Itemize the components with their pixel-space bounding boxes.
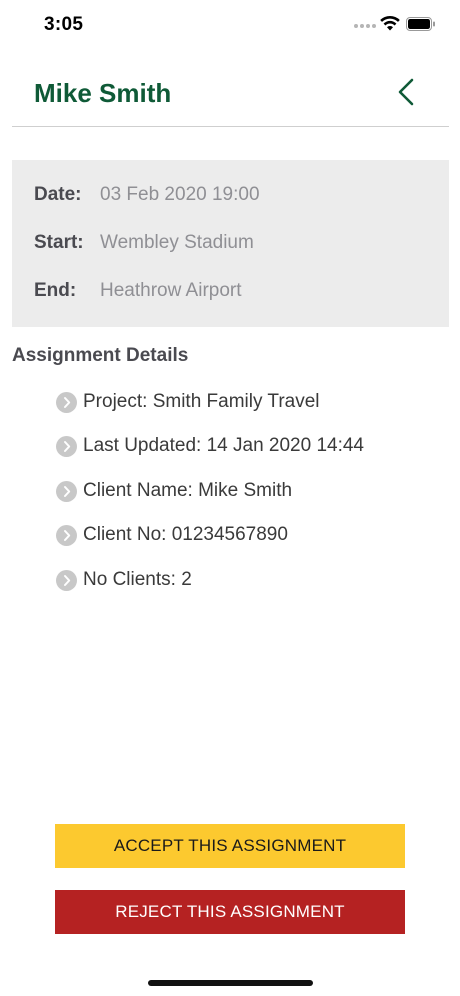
detail-text: Last Updated: 14 Jan 2020 14:44	[83, 435, 365, 457]
reject-assignment-button[interactable]: REJECT THIS ASSIGNMENT	[55, 890, 405, 934]
detail-text: Client No: 01234567890	[83, 524, 288, 546]
detail-text: Project: Smith Family Travel	[83, 391, 320, 412]
end-value: Heathrow Airport	[100, 280, 242, 301]
chevron-right-circle-icon	[56, 392, 77, 413]
detail-item-no-clients: No Clients: 2	[56, 568, 446, 612]
wifi-icon	[380, 15, 400, 31]
end-label: End:	[34, 280, 77, 301]
detail-item-client-name: Client Name: Mike Smith	[56, 479, 446, 523]
chevron-right-circle-icon	[56, 480, 77, 502]
detail-text: Client Name: Mike Smith	[83, 479, 293, 501]
cellular-signal-icon	[354, 24, 376, 28]
trip-summary-panel: Date: 03 Feb 2020 19:00 Start: Wembley S…	[12, 160, 449, 327]
back-chevron-icon	[398, 78, 414, 106]
chevron-right-circle-icon	[56, 569, 77, 591]
header-divider	[12, 126, 449, 127]
assignment-details-list: Project: Smith Family Travel Last Update…	[56, 390, 446, 612]
date-row: Date: 03 Feb 2020 19:00	[34, 184, 260, 206]
accept-assignment-button[interactable]: ACCEPT THIS ASSIGNMENT	[55, 824, 405, 868]
date-label: Date:	[34, 184, 82, 205]
date-value: 03 Feb 2020 19:00	[100, 184, 260, 205]
header: Mike Smith	[0, 60, 460, 126]
page-title: Mike Smith	[34, 78, 172, 108]
status-time: 3:05	[44, 14, 84, 35]
end-row: End: Heathrow Airport	[34, 280, 242, 302]
back-button[interactable]	[390, 76, 422, 108]
home-indicator[interactable]	[148, 980, 313, 986]
detail-item-project: Project: Smith Family Travel	[56, 390, 446, 434]
chevron-right-circle-icon	[56, 525, 77, 547]
start-value: Wembley Stadium	[100, 232, 254, 253]
battery-icon	[406, 17, 435, 31]
assignment-details-heading: Assignment Details	[12, 345, 189, 366]
chevron-right-circle-icon	[56, 436, 77, 458]
status-bar: 3:05	[0, 0, 460, 50]
start-label: Start:	[34, 232, 84, 253]
detail-item-last-updated: Last Updated: 14 Jan 2020 14:44	[56, 434, 446, 478]
detail-text: No Clients: 2	[83, 568, 192, 590]
detail-item-client-no: Client No: 01234567890	[56, 523, 446, 567]
start-row: Start: Wembley Stadium	[34, 232, 254, 254]
